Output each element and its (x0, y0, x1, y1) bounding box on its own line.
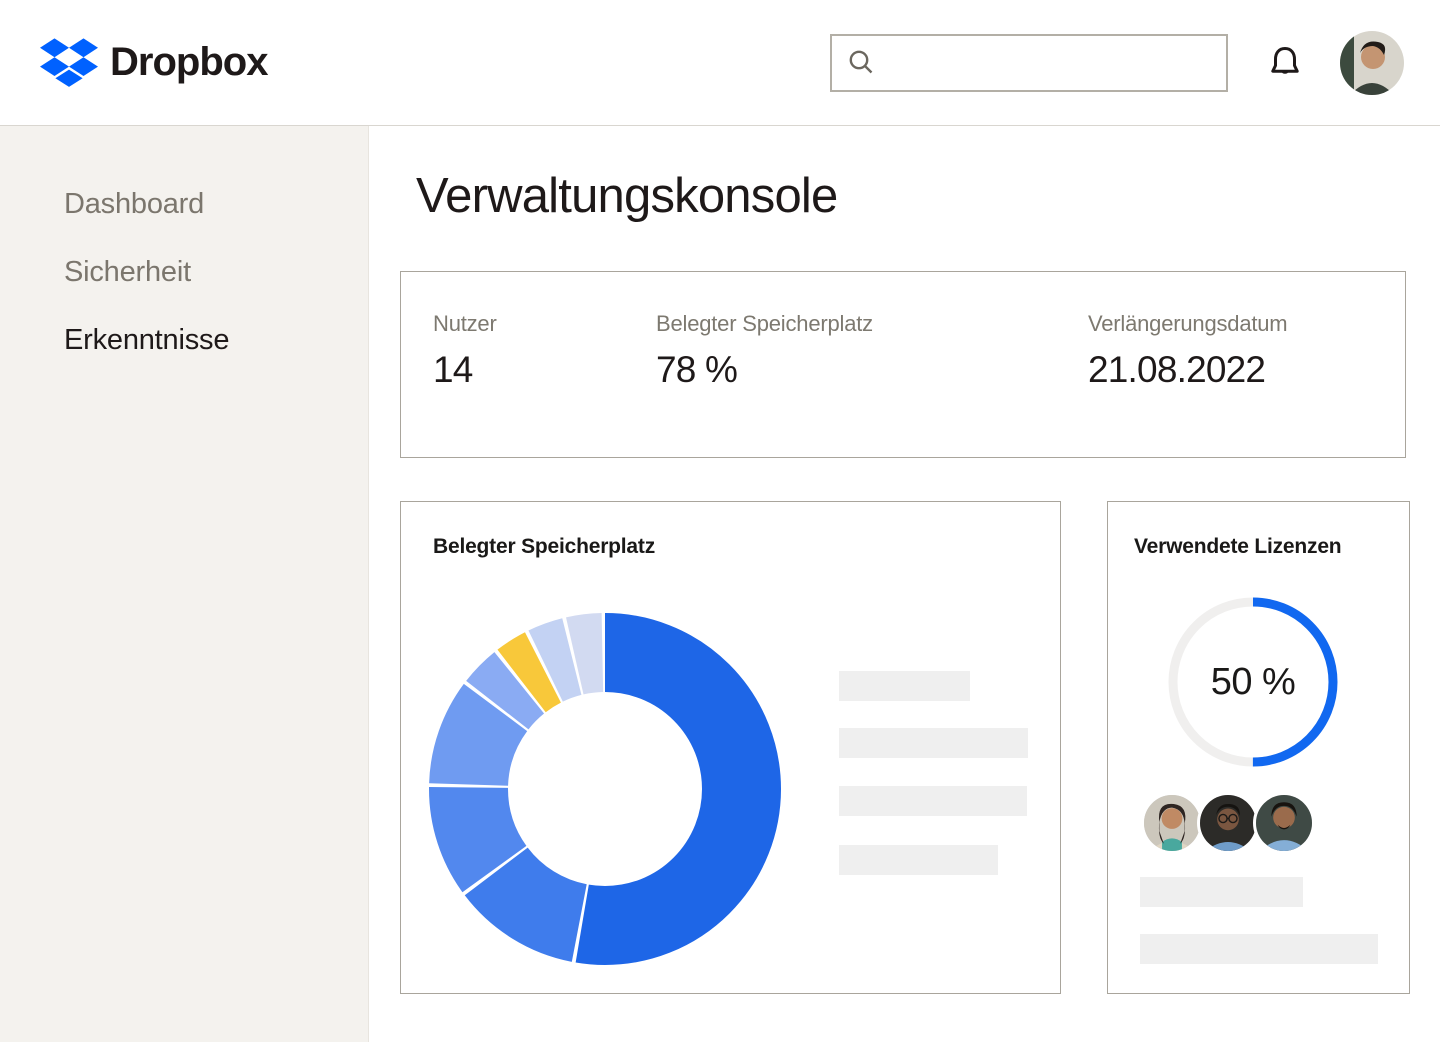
member-avatar-image (1256, 795, 1312, 851)
notifications-bell-icon[interactable] (1268, 44, 1302, 82)
licenses-card: Verwendete Lizenzen 50 % (1107, 501, 1410, 994)
licenses-progress-ring: 50 % (1165, 594, 1341, 770)
top-header: Dropbox (0, 0, 1440, 126)
member-placeholder-bar (1140, 877, 1303, 907)
stat-users-label: Nutzer (433, 311, 656, 337)
member-avatar-image (1200, 795, 1256, 851)
search-input[interactable] (888, 36, 1212, 90)
legend-placeholder-bar (839, 728, 1028, 758)
storage-card-title: Belegter Speicherplatz (433, 535, 655, 559)
stat-renewal-value: 21.08.2022 (1088, 349, 1388, 391)
dropbox-wordmark: Dropbox (110, 40, 267, 85)
dropbox-logo[interactable]: Dropbox (40, 38, 267, 88)
stat-users-value: 14 (433, 349, 656, 391)
legend-placeholder-bar (839, 845, 998, 875)
stat-storage-label: Belegter Speicherplatz (656, 311, 1088, 337)
search-icon (846, 48, 876, 78)
stat-renewal-label: Verlängerungsdatum (1088, 311, 1388, 337)
member-placeholder-bar (1140, 934, 1378, 964)
search-box[interactable] (830, 34, 1228, 92)
member-avatar-image (1144, 795, 1200, 851)
account-avatar-image (1340, 31, 1404, 95)
stat-storage: Belegter Speicherplatz 78 % (656, 311, 1088, 457)
cards-row: Belegter Speicherplatz Verwendete Lizenz… (400, 501, 1410, 994)
storage-donut-svg (429, 613, 781, 965)
main-content: Verwaltungskonsole Nutzer 14 Belegter Sp… (369, 126, 1440, 1042)
sidebar-nav: Dashboard Sicherheit Erkenntnisse (0, 126, 369, 1042)
sidebar-item-dashboard[interactable]: Dashboard (64, 188, 368, 221)
admin-console-page: Dropbox Dashboard (0, 0, 1440, 1042)
stat-users: Nutzer 14 (433, 311, 656, 457)
license-members-avatars (1141, 792, 1309, 854)
account-avatar[interactable] (1340, 31, 1404, 95)
legend-placeholder-bar (839, 786, 1027, 816)
dropbox-glyph-icon (40, 38, 98, 88)
sidebar-item-erkenntnisse[interactable]: Erkenntnisse (64, 324, 368, 357)
stat-renewal: Verlängerungsdatum 21.08.2022 (1088, 311, 1388, 457)
licenses-percent-label: 50 % (1165, 594, 1341, 770)
member-avatar (1197, 792, 1259, 854)
member-avatar (1141, 792, 1203, 854)
stat-storage-value: 78 % (656, 349, 1088, 391)
storage-usage-card: Belegter Speicherplatz (400, 501, 1061, 994)
member-avatar (1253, 792, 1315, 854)
body-row: Dashboard Sicherheit Erkenntnisse Verwal… (0, 126, 1440, 1042)
sidebar-item-sicherheit[interactable]: Sicherheit (64, 256, 368, 289)
legend-placeholder-bar (839, 671, 970, 701)
licenses-card-title: Verwendete Lizenzen (1134, 535, 1341, 559)
stats-summary-card: Nutzer 14 Belegter Speicherplatz 78 % Ve… (400, 271, 1406, 458)
storage-donut-chart (429, 613, 781, 965)
page-title: Verwaltungskonsole (416, 168, 1410, 224)
